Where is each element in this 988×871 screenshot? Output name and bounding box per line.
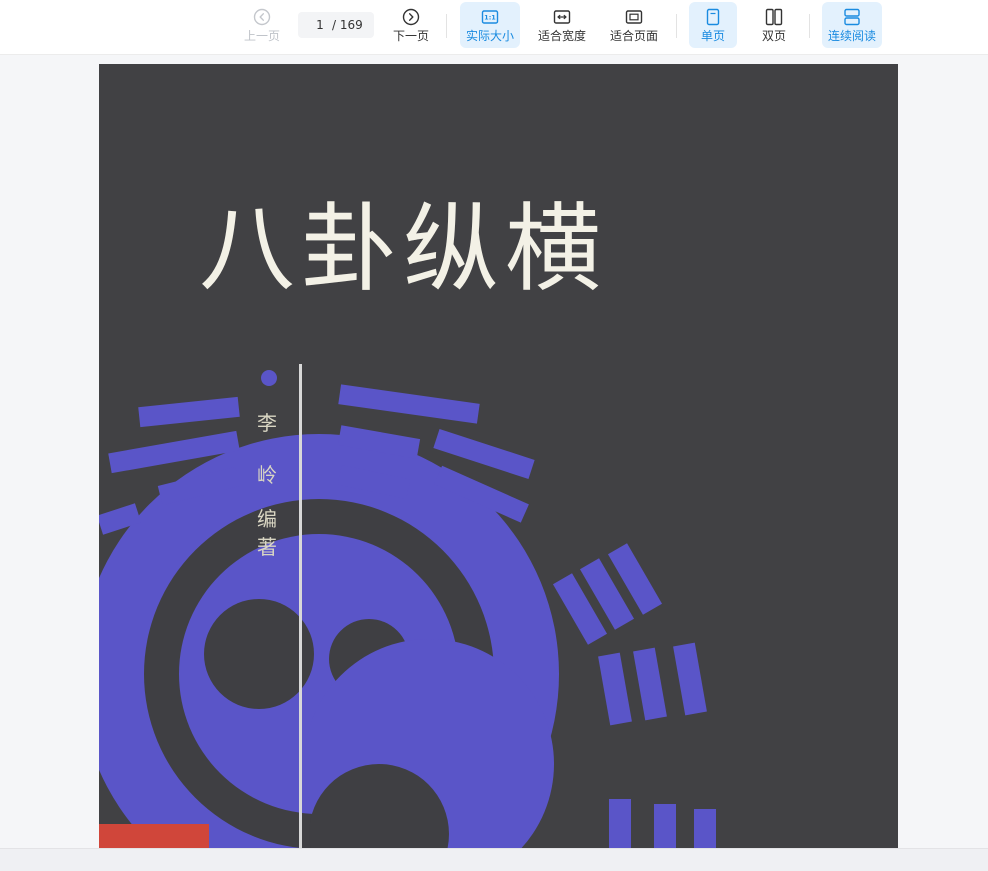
author-char: 李 xyxy=(257,411,277,435)
fit-page-label: 适合页面 xyxy=(609,29,658,43)
cover-red-block xyxy=(99,824,209,848)
cover-divider-line xyxy=(299,364,302,848)
cover-author: 李 岭 编 著 xyxy=(257,411,277,559)
page-total: / 169 xyxy=(332,18,363,32)
page-number-box[interactable]: 1 / 169 xyxy=(298,12,374,38)
chevron-left-circle-icon xyxy=(253,8,271,26)
viewer-toolbar: 上一页 1 / 169 下一页 1:1 实际大小 适合宽度 适合页面 单页 双页… xyxy=(0,0,988,55)
toolbar-divider xyxy=(809,14,810,38)
continuous-scroll-icon xyxy=(843,8,861,26)
next-page-label: 下一页 xyxy=(392,29,429,43)
cover-dot xyxy=(261,370,277,386)
continuous-reading-button[interactable]: 连续阅读 xyxy=(822,2,882,48)
author-char: 编 xyxy=(257,507,277,531)
continuous-reading-label: 连续阅读 xyxy=(827,29,876,43)
next-page-button[interactable]: 下一页 xyxy=(389,2,433,48)
document-page: 八卦纵横 李 岭 编 著 xyxy=(99,64,898,848)
toolbar-divider xyxy=(676,14,677,38)
double-page-label: 双页 xyxy=(761,29,786,43)
author-char: 岭 xyxy=(257,463,277,487)
chevron-right-circle-icon xyxy=(402,8,420,26)
fit-width-icon xyxy=(553,8,571,26)
actual-size-button[interactable]: 1:1 实际大小 xyxy=(460,2,520,48)
svg-text:1:1: 1:1 xyxy=(484,14,496,22)
book-cover-image: 八卦纵横 李 岭 编 著 xyxy=(99,64,898,848)
actual-size-label: 实际大小 xyxy=(465,29,514,43)
single-page-icon xyxy=(704,8,722,26)
double-page-icon xyxy=(765,8,783,26)
fit-width-button[interactable]: 适合宽度 xyxy=(534,2,590,48)
viewer-bottom-bar xyxy=(0,848,988,871)
double-page-button[interactable]: 双页 xyxy=(750,2,798,48)
single-page-label: 单页 xyxy=(700,29,725,43)
single-page-button[interactable]: 单页 xyxy=(689,2,737,48)
prev-page-button[interactable]: 上一页 xyxy=(240,2,284,48)
author-char: 著 xyxy=(257,535,277,559)
toolbar-divider xyxy=(446,14,447,38)
prev-page-label: 上一页 xyxy=(243,29,280,43)
fit-page-icon xyxy=(625,8,643,26)
one-to-one-icon: 1:1 xyxy=(481,8,499,26)
cover-title: 八卦纵横 xyxy=(199,193,607,305)
fit-page-button[interactable]: 适合页面 xyxy=(606,2,662,48)
fit-width-label: 适合宽度 xyxy=(537,29,586,43)
